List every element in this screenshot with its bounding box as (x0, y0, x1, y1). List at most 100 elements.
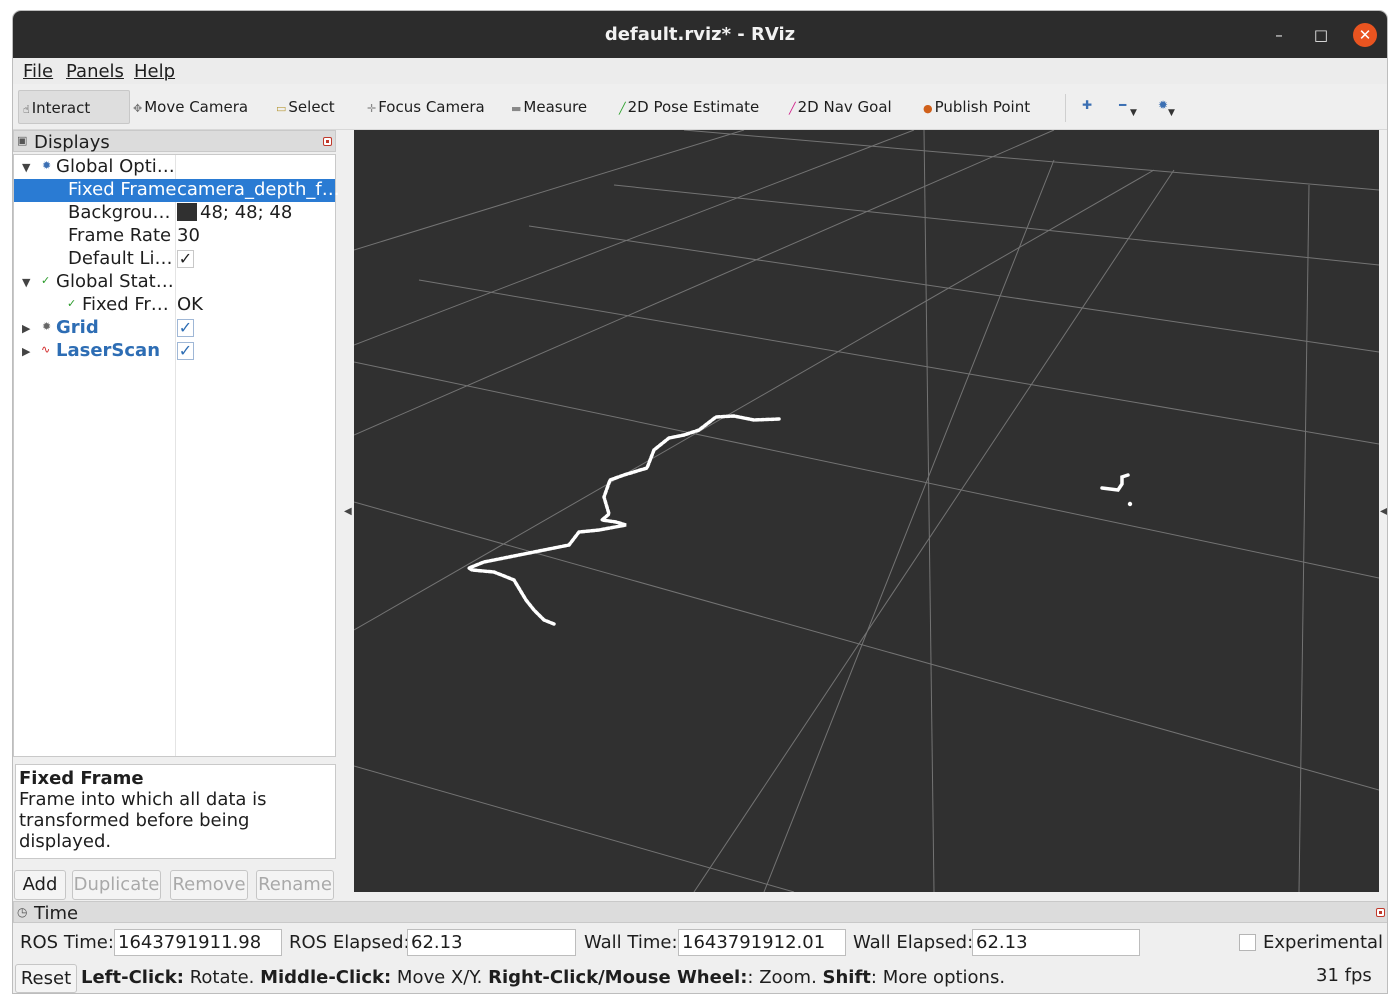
fixed-frame-value[interactable]: camera_depth_f… (177, 179, 340, 200)
remove-tool-icon[interactable]: ━ (1119, 98, 1126, 112)
background-color-text: 48; 48; 48 (200, 202, 293, 223)
displays-panel: ▣ Displays ▼ ✹ Global Opti… Fixed Frame … (13, 130, 340, 901)
menu-file[interactable]: File (23, 61, 53, 82)
tree-row-fixed-frame-status[interactable]: ✓ Fixed Fr… OK (14, 294, 335, 317)
tool-2d-nav-goal-button[interactable]: ╱ 2D Nav Goal (789, 90, 892, 124)
tool-select-button[interactable]: ▭ Select (276, 90, 335, 124)
tool-focus-camera-button[interactable]: ✛ Focus Camera (367, 90, 485, 124)
viewport-canvas[interactable] (353, 129, 1380, 893)
global-options-icon: ✹ (42, 159, 52, 172)
remove-button[interactable]: Remove (170, 870, 248, 900)
tool-interact-button[interactable]: ☝ Interact (18, 90, 130, 124)
laserscan-points-main (465, 414, 781, 626)
wall-elapsed-field[interactable]: 62.13 (972, 929, 1140, 956)
tree-row-background-color[interactable]: Backgrou… 48; 48; 48 (14, 202, 335, 225)
duplicate-button[interactable]: Duplicate (72, 870, 161, 900)
collapse-arrow-icon[interactable]: ▼ (22, 276, 30, 289)
pose-estimate-icon: ╱ (619, 102, 626, 115)
tree-row-label: Frame Rate (68, 225, 172, 246)
displays-panel-close-icon[interactable] (323, 137, 332, 146)
description-title: Fixed Frame (19, 768, 144, 789)
tool-label: Measure (523, 98, 588, 116)
experimental-checkbox[interactable] (1239, 934, 1256, 951)
tree-row-label: Backgrou… (68, 202, 171, 223)
grid-line (418, 279, 1380, 445)
time-panel-title: Time (34, 903, 79, 924)
measure-icon: ▬ (511, 102, 522, 115)
tool-properties-dropdown-icon[interactable]: ▼ (1168, 108, 1175, 118)
hand-icon: ☝ (23, 103, 30, 116)
ros-time-field[interactable]: 1643791911.98 (114, 929, 282, 956)
laserscan-icon: ∿ (41, 343, 51, 356)
collapse-arrow-icon[interactable]: ▼ (22, 161, 30, 174)
tool-label: Focus Camera (378, 98, 485, 116)
help-text: : More options. (870, 967, 1006, 988)
help-text: Rotate. (183, 967, 261, 988)
add-button[interactable]: Add (14, 870, 66, 900)
tree-row-global-options[interactable]: ▼ ✹ Global Opti… (14, 156, 335, 179)
rviz-window: default.rviz* - RViz – □ ✕ File Panels H… (12, 10, 1388, 994)
tree-row-laserscan[interactable]: ▶ ∿ LaserScan ✓ (14, 340, 335, 363)
add-tool-icon[interactable]: ✚ (1082, 98, 1092, 112)
color-swatch[interactable] (177, 203, 197, 221)
tree-row-label: Fixed Frame (68, 179, 177, 200)
description-line: Frame into which all data is (19, 789, 267, 810)
ros-elapsed-label: ROS Elapsed: (289, 932, 410, 953)
tool-label: 2D Nav Goal (797, 98, 892, 116)
minimize-button[interactable]: – (1267, 23, 1291, 47)
expand-arrow-icon[interactable]: ▶ (22, 345, 30, 358)
menu-panels[interactable]: Panels (66, 61, 124, 82)
grid-enabled-checkbox[interactable]: ✓ (177, 319, 194, 337)
wall-time-field[interactable]: 1643791912.01 (678, 929, 846, 956)
tool-label: 2D Pose Estimate (627, 98, 760, 116)
grid-line (353, 129, 1055, 436)
tree-row-global-status[interactable]: ▼ ✓ Global Stat… (14, 271, 335, 294)
property-description: Fixed Frame Frame into which all data is… (15, 764, 336, 859)
displays-tree: ▼ ✹ Global Opti… Fixed Frame camera_dept… (13, 154, 340, 757)
background-color-value[interactable]: 48; 48; 48 (177, 202, 292, 223)
laserscan-enabled-checkbox[interactable]: ✓ (177, 342, 194, 360)
status-ok-icon: ✓ (41, 274, 51, 287)
tool-2d-pose-estimate-button[interactable]: ╱ 2D Pose Estimate (619, 90, 759, 124)
tree-row-label: Grid (56, 317, 99, 338)
tree-row-grid[interactable]: ▶ ✹ Grid ✓ (14, 317, 335, 340)
tree-row-default-light[interactable]: Default Li… ✓ (14, 248, 335, 271)
remove-tool-dropdown-icon[interactable]: ▼ (1130, 108, 1137, 118)
default-light-checkbox[interactable]: ✓ (177, 250, 194, 268)
rename-button[interactable]: Rename (256, 870, 334, 900)
tree-row-fixed-frame[interactable]: Fixed Frame camera_depth_f… (14, 179, 340, 202)
maximize-button[interactable]: □ (1309, 23, 1333, 47)
time-panel: ◷ Time ROS Time: 1643791911.98 ROS Elaps… (13, 901, 1387, 993)
time-panel-close-icon[interactable] (1376, 908, 1385, 917)
tool-label: Move Camera (144, 98, 249, 116)
frame-rate-value[interactable]: 30 (177, 225, 200, 246)
publish-point-icon: ● (923, 102, 933, 115)
expand-arrow-icon[interactable]: ▶ (22, 322, 30, 335)
tree-row-frame-rate[interactable]: Frame Rate 30 (14, 225, 335, 248)
tool-measure-button[interactable]: ▬ Measure (511, 90, 587, 124)
grid-line (923, 129, 935, 893)
tool-move-camera-button[interactable]: ✥ Move Camera (133, 90, 248, 124)
tree-row-label: Global Stat… (56, 271, 174, 292)
description-line: transformed before being displayed. (19, 810, 250, 852)
help-key: Shift (822, 967, 871, 988)
fixed-frame-status-value: OK (177, 294, 203, 315)
wall-elapsed-label: Wall Elapsed: (853, 932, 974, 953)
3d-viewport[interactable] (353, 129, 1380, 893)
ros-elapsed-field[interactable]: 62.13 (407, 929, 576, 956)
tree-row-label: Default Li… (68, 248, 173, 269)
close-button[interactable]: ✕ (1353, 23, 1377, 47)
status-help-text: Left-Click: Rotate. Middle-Click: Move X… (81, 967, 1005, 988)
right-splitter-arrow-icon[interactable]: ◀ (1380, 506, 1387, 517)
grid-line (353, 765, 795, 893)
grid-line (1298, 184, 1310, 893)
help-text: : Zoom. (747, 967, 823, 988)
reset-button[interactable]: Reset (15, 964, 77, 993)
fps-counter: 31 fps (1316, 965, 1372, 986)
tool-properties-icon[interactable]: ✹ (1158, 98, 1168, 112)
menu-help[interactable]: Help (134, 61, 175, 82)
ros-time-label: ROS Time: (20, 932, 114, 953)
monitor-icon: ▣ (17, 134, 28, 147)
left-splitter-arrow-icon[interactable]: ◀ (344, 506, 352, 517)
tool-publish-point-button[interactable]: ● Publish Point (923, 90, 1030, 124)
